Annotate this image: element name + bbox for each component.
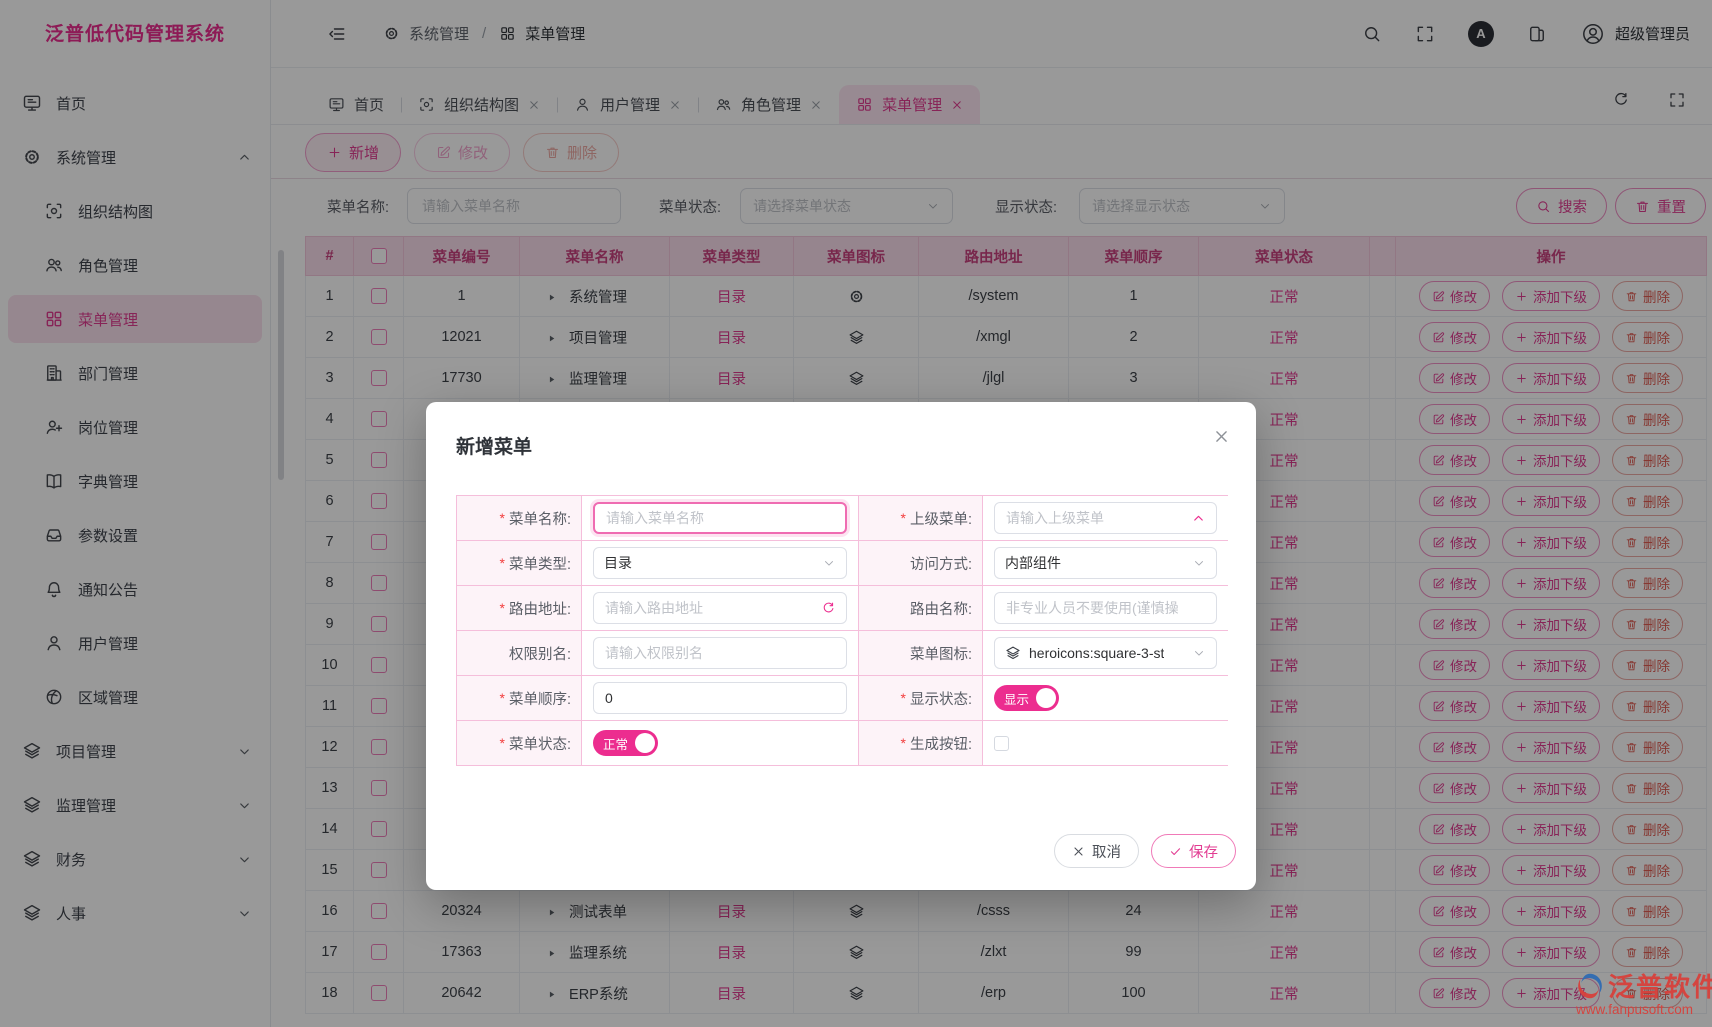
label-menu-order: 菜单顺序: [457, 676, 581, 720]
label-menu-type: 菜单类型: [457, 541, 581, 585]
chevron-down-icon [1192, 646, 1206, 660]
label-perm-alias: 权限别名: [457, 631, 581, 675]
parent-menu-input[interactable] [994, 502, 1217, 534]
label-parent-menu: 上级菜单: [859, 496, 982, 540]
close-icon[interactable] [1213, 428, 1230, 445]
label-route-path: 路由地址: [457, 586, 581, 630]
toggle-knob [1036, 688, 1056, 708]
dialog-footer: 取消 保存 [1054, 834, 1236, 868]
cancel-button[interactable]: 取消 [1054, 834, 1139, 868]
label-menu-icon: 菜单图标: [859, 631, 982, 675]
watermark: 泛普软件 www.fanpusoft.com [1576, 967, 1712, 1017]
close-icon [1072, 845, 1085, 858]
menu-icon-select[interactable]: heroicons:square-3-st [994, 637, 1217, 669]
refresh-icon[interactable] [821, 601, 836, 616]
chevron-down-icon [822, 556, 836, 570]
dialog-form: 菜单名称: 上级菜单: 菜单类型: 目录 访问方式: 内部组件 [456, 495, 1228, 766]
dialog-title: 新增菜单 [426, 402, 1256, 459]
field-display-status: 显示 [983, 676, 1228, 720]
chevron-down-icon [1192, 556, 1206, 570]
chevron-up-icon[interactable] [1191, 511, 1206, 526]
field-parent-menu [983, 496, 1228, 540]
field-route-path [582, 586, 858, 630]
access-mode-select[interactable]: 内部组件 [994, 547, 1217, 579]
menu-order-input[interactable] [593, 682, 847, 714]
perm-alias-input[interactable] [593, 637, 847, 669]
field-menu-name [582, 496, 858, 540]
layers-icon [1005, 645, 1021, 661]
field-gen-button [983, 721, 1228, 765]
add-menu-dialog: 新增菜单 菜单名称: 上级菜单: 菜单类型: 目录 访问方式: [426, 402, 1256, 890]
field-menu-icon: heroicons:square-3-st [983, 631, 1228, 675]
label-display-status: 显示状态: [859, 676, 982, 720]
menu-status-toggle[interactable]: 正常 [593, 730, 658, 756]
check-icon [1169, 845, 1182, 858]
save-button[interactable]: 保存 [1151, 834, 1236, 868]
toggle-knob [635, 733, 655, 753]
watermark-logo-icon [1576, 972, 1604, 1000]
route-path-input[interactable] [593, 592, 847, 624]
app-window: 泛普低代码管理系统 首页 系统管理 [0, 0, 1712, 1027]
display-status-toggle[interactable]: 显示 [994, 685, 1059, 711]
watermark-site: www.fanpusoft.com [1576, 1002, 1712, 1017]
gen-button-checkbox[interactable] [994, 736, 1009, 751]
field-route-name [983, 586, 1228, 630]
menu-name-input[interactable] [593, 502, 847, 534]
field-perm-alias [582, 631, 858, 675]
label-menu-status: 菜单状态: [457, 721, 581, 765]
field-menu-status: 正常 [582, 721, 858, 765]
route-name-input[interactable] [994, 592, 1217, 624]
label-menu-name: 菜单名称: [457, 496, 581, 540]
label-access-mode: 访问方式: [859, 541, 982, 585]
field-access-mode: 内部组件 [983, 541, 1228, 585]
label-route-name: 路由名称: [859, 586, 982, 630]
menu-type-select[interactable]: 目录 [593, 547, 847, 579]
field-menu-type: 目录 [582, 541, 858, 585]
watermark-brand: 泛普软件 [1608, 967, 1712, 1004]
label-gen-button: 生成按钮: [859, 721, 982, 765]
field-menu-order [582, 676, 858, 720]
